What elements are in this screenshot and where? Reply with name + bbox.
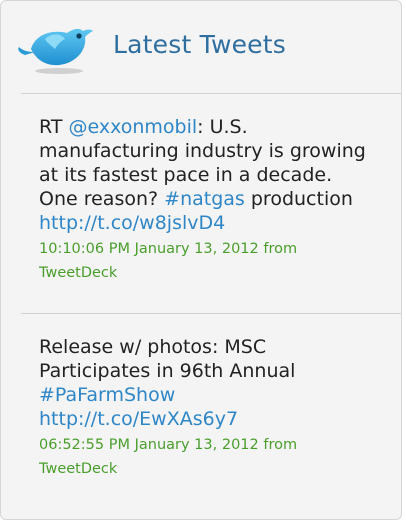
- widget-title: Latest Tweets: [113, 30, 286, 59]
- timestamp-link[interactable]: 06:52:55 PM January 13, 2012: [39, 437, 259, 453]
- tweet-item: Release w/ photos: MSC Participates in 9…: [39, 335, 369, 481]
- source-link[interactable]: TweetDeck: [39, 461, 117, 477]
- latest-tweets-widget: Latest Tweets RT @exxonmobil: U.S. manuf…: [0, 0, 402, 520]
- tweet-url-link[interactable]: http://t.co/EwXAs6y7: [39, 408, 238, 430]
- widget-header: Latest Tweets: [1, 1, 401, 91]
- tweet-text-segment: RT: [39, 116, 69, 138]
- tweet-text: Release w/ photos: MSC Participates in 9…: [39, 335, 369, 431]
- source-link[interactable]: TweetDeck: [39, 265, 117, 281]
- tweet-text: RT @exxonmobil: U.S. manufacturing indus…: [39, 115, 369, 235]
- hashtag-link[interactable]: #PaFarmShow: [39, 384, 175, 406]
- from-label: from: [263, 437, 298, 453]
- tweet-item: RT @exxonmobil: U.S. manufacturing indus…: [39, 115, 369, 285]
- tweet-text-segment: Release w/ photos: MSC Participates in 9…: [39, 336, 296, 382]
- divider: [21, 313, 401, 314]
- tweet-text-segment: production: [244, 188, 353, 210]
- tweet-meta: 10:10:06 PM January 13, 2012 from TweetD…: [39, 237, 369, 285]
- tweet-url-link[interactable]: http://t.co/w8jslvD4: [39, 212, 225, 234]
- divider: [21, 93, 401, 94]
- tweet-meta: 06:52:55 PM January 13, 2012 from TweetD…: [39, 433, 369, 481]
- mention-link[interactable]: @exxonmobil: [68, 116, 197, 138]
- from-label: from: [263, 241, 298, 257]
- hashtag-link[interactable]: #natgas: [164, 188, 245, 210]
- twitter-bird-icon: [18, 28, 93, 74]
- timestamp-link[interactable]: 10:10:06 PM January 13, 2012: [39, 241, 259, 257]
